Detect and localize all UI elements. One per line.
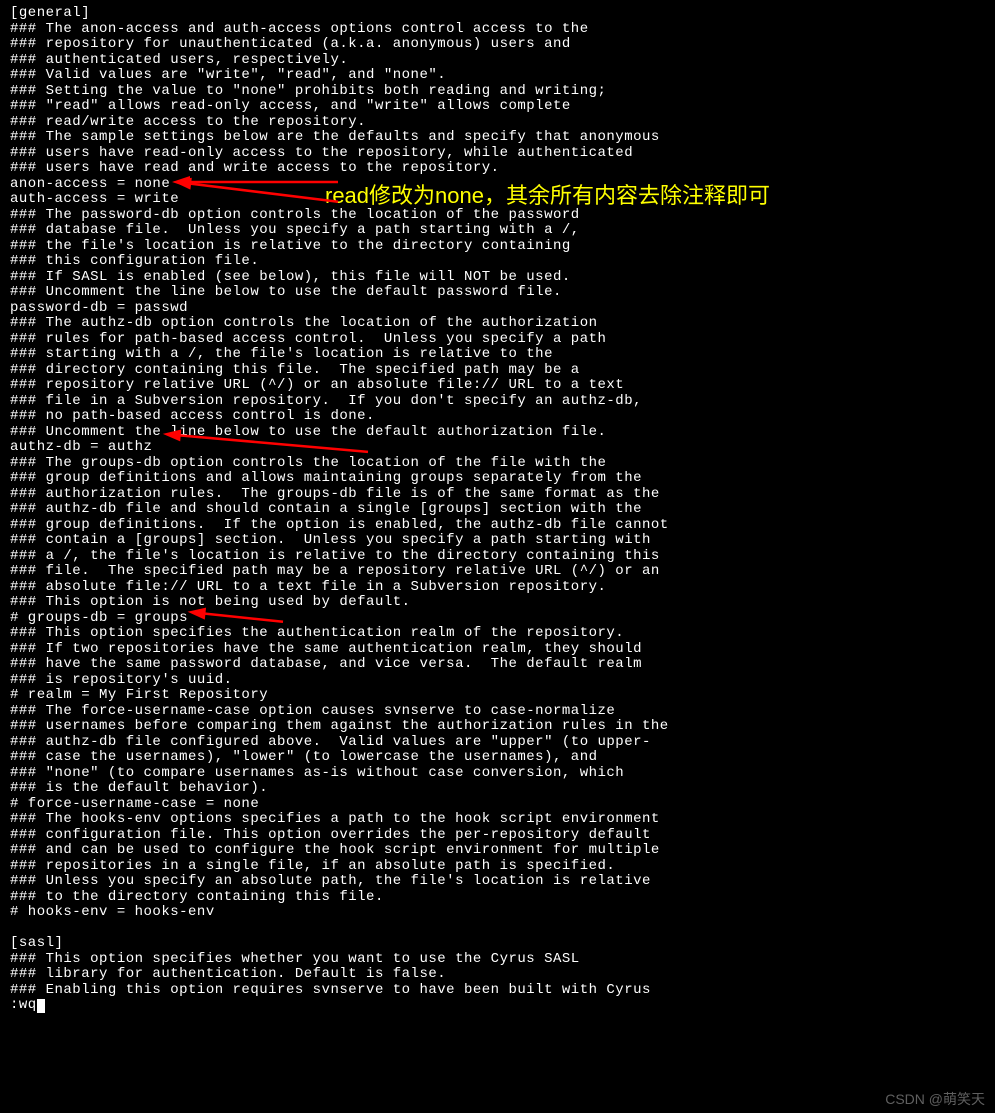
code-line: ### group definitions. If the option is … xyxy=(10,518,985,534)
code-line: ### database file. Unless you specify a … xyxy=(10,223,985,239)
code-line: ### authorization rules. The groups-db f… xyxy=(10,487,985,503)
code-line: ### This option is not being used by def… xyxy=(10,595,985,611)
code-line: ### Unless you specify an absolute path,… xyxy=(10,874,985,890)
code-line: ### The force-username-case option cause… xyxy=(10,704,985,720)
code-line: ### a /, the file's location is relative… xyxy=(10,549,985,565)
terminal-editor[interactable]: [general]### The anon-access and auth-ac… xyxy=(0,0,995,1020)
code-line: ### this configuration file. xyxy=(10,254,985,270)
code-line: ### absolute file:// URL to a text file … xyxy=(10,580,985,596)
cursor-icon xyxy=(37,999,45,1013)
code-line: ### repositories in a single file, if an… xyxy=(10,859,985,875)
code-line: ### read/write access to the repository. xyxy=(10,115,985,131)
code-line: ### no path-based access control is done… xyxy=(10,409,985,425)
code-line: ### to the directory containing this fil… xyxy=(10,890,985,906)
code-line: ### users have read and write access to … xyxy=(10,161,985,177)
code-line: ### Uncomment the line below to use the … xyxy=(10,425,985,441)
code-line: ### contain a [groups] section. Unless y… xyxy=(10,533,985,549)
code-line: ### file. The specified path may be a re… xyxy=(10,564,985,580)
code-line: # force-username-case = none xyxy=(10,797,985,813)
code-line: ### is repository's uuid. xyxy=(10,673,985,689)
annotation-text: read修改为none，其余所有内容去除注释即可 xyxy=(325,188,770,204)
code-line: ### starting with a /, the file's locati… xyxy=(10,347,985,363)
code-line: ### The password-db option controls the … xyxy=(10,208,985,224)
code-line: ### case the usernames), "lower" (to low… xyxy=(10,750,985,766)
code-line: ### Valid values are "write", "read", an… xyxy=(10,68,985,84)
code-line: ### If two repositories have the same au… xyxy=(10,642,985,658)
watermark: CSDN @萌笑天 xyxy=(885,1092,985,1108)
code-line: ### Setting the value to "none" prohibit… xyxy=(10,84,985,100)
code-line: ### usernames before comparing them agai… xyxy=(10,719,985,735)
code-line: ### directory containing this file. The … xyxy=(10,363,985,379)
code-line: ### authz-db file configured above. Vali… xyxy=(10,735,985,751)
code-line: ### rules for path-based access control.… xyxy=(10,332,985,348)
code-line: authz-db = authz xyxy=(10,440,985,456)
code-line: ### group definitions and allows maintai… xyxy=(10,471,985,487)
code-line: ### library for authentication. Default … xyxy=(10,967,985,983)
code-line: # hooks-env = hooks-env xyxy=(10,905,985,921)
code-line: ### authenticated users, respectively. xyxy=(10,53,985,69)
code-line: # realm = My First Repository xyxy=(10,688,985,704)
code-line xyxy=(10,921,985,937)
code-line: ### "read" allows read-only access, and … xyxy=(10,99,985,115)
code-line: ### The authz-db option controls the loc… xyxy=(10,316,985,332)
code-line: ### The hooks-env options specifies a pa… xyxy=(10,812,985,828)
code-line: ### have the same password database, and… xyxy=(10,657,985,673)
code-line: ### The anon-access and auth-access opti… xyxy=(10,22,985,38)
code-line: [sasl] xyxy=(10,936,985,952)
code-line: ### This option specifies the authentica… xyxy=(10,626,985,642)
code-line: [general] xyxy=(10,6,985,22)
code-line: ### configuration file. This option over… xyxy=(10,828,985,844)
code-line: ### Uncomment the line below to use the … xyxy=(10,285,985,301)
code-line: ### repository for unauthenticated (a.k.… xyxy=(10,37,985,53)
code-line: ### is the default behavior). xyxy=(10,781,985,797)
code-line: ### users have read-only access to the r… xyxy=(10,146,985,162)
code-line: password-db = passwd xyxy=(10,301,985,317)
code-line: ### The groups-db option controls the lo… xyxy=(10,456,985,472)
code-line: ### The sample settings below are the de… xyxy=(10,130,985,146)
code-line: ### file in a Subversion repository. If … xyxy=(10,394,985,410)
code-line: ### repository relative URL (^/) or an a… xyxy=(10,378,985,394)
code-line: ### This option specifies whether you wa… xyxy=(10,952,985,968)
code-line: ### If SASL is enabled (see below), this… xyxy=(10,270,985,286)
code-line: ### Enabling this option requires svnser… xyxy=(10,983,985,999)
code-line: # groups-db = groups xyxy=(10,611,985,627)
code-line: ### and can be used to configure the hoo… xyxy=(10,843,985,859)
vim-command-line[interactable]: :wq xyxy=(10,998,985,1014)
code-line: ### "none" (to compare usernames as-is w… xyxy=(10,766,985,782)
code-line: ### the file's location is relative to t… xyxy=(10,239,985,255)
code-line: ### authz-db file and should contain a s… xyxy=(10,502,985,518)
